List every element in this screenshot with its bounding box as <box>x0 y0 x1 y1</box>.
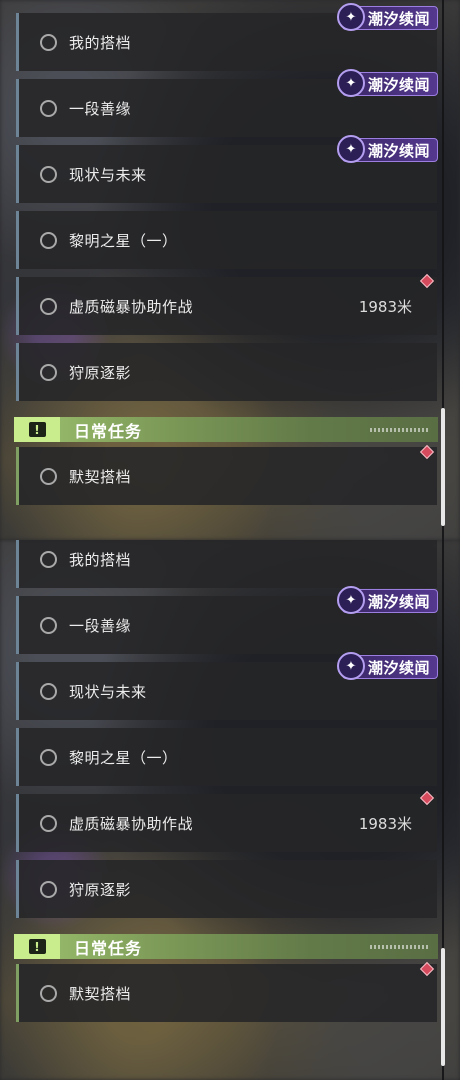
quest-status-circle-icon <box>40 550 57 568</box>
quest-status-circle-icon <box>40 33 57 51</box>
quest-title: 虚质磁暴协助作战 <box>69 814 194 833</box>
quest-status-circle-icon <box>40 616 57 634</box>
quest-title: 现状与未来 <box>69 165 147 184</box>
quest-accent-bar <box>16 79 19 137</box>
quest-accent-bar <box>16 13 19 71</box>
section-title: 日常任务 <box>74 421 143 441</box>
quest-title: 现状与未来 <box>69 682 147 701</box>
quest-title: 黎明之星（一） <box>69 748 178 767</box>
quest-title: 狩原逐影 <box>69 363 132 382</box>
tide-emblem-icon: ✦ <box>337 3 365 31</box>
daily-accent-bar <box>16 447 19 505</box>
quest-accent-bar <box>16 277 19 335</box>
quest-status-circle-icon <box>40 880 57 898</box>
tide-emblem-icon: ✦ <box>337 69 365 97</box>
quest-accent-bar <box>16 860 19 918</box>
quest-title: 默契搭档 <box>69 467 132 486</box>
badge-label: 潮汐续闻 <box>368 75 431 94</box>
header-decoration <box>370 944 430 949</box>
badge-label: 潮汐续闻 <box>368 141 431 160</box>
quest-tracker-panel-top: 我的搭档 ✦ 潮汐续闻 一段善缘 ✦ 潮汐续闻 现状与未来 ✦ 潮汐续闻 黎明之… <box>0 0 460 540</box>
quest-accent-bar <box>16 540 19 588</box>
quest-title: 我的搭档 <box>69 33 132 52</box>
quest-title: 虚质磁暴协助作战 <box>69 297 194 316</box>
header-decoration <box>370 427 430 432</box>
quest-row-dawn-star[interactable]: 黎明之星（一） <box>16 211 437 269</box>
quest-title: 我的搭档 <box>69 550 132 569</box>
quest-row-hunt-shadow[interactable]: 狩原逐影 <box>16 860 437 918</box>
quest-accent-bar <box>16 343 19 401</box>
quest-status-circle-icon <box>40 467 57 485</box>
exclamation-icon: ! <box>14 934 60 959</box>
quest-status-circle-icon <box>40 363 57 381</box>
tide-news-badge: ✦ 潮汐续闻 <box>337 135 438 163</box>
quest-accent-bar <box>16 145 19 203</box>
tide-news-badge: ✦ 潮汐续闻 <box>337 652 438 680</box>
quest-status-circle-icon <box>40 231 57 249</box>
tide-emblem-icon: ✦ <box>337 586 365 614</box>
quest-status-circle-icon <box>40 748 57 766</box>
quest-accent-bar <box>16 211 19 269</box>
quest-distance: 1983米 <box>358 814 412 833</box>
quest-row-hunt-shadow[interactable]: 狩原逐影 <box>16 343 437 401</box>
quest-accent-bar <box>16 794 19 852</box>
quest-accent-bar <box>16 728 19 786</box>
scrollbar-thumb[interactable] <box>441 948 445 1066</box>
quest-row-my-partner[interactable]: 我的搭档 <box>16 540 437 588</box>
tide-news-badge: ✦ 潮汐续闻 <box>337 69 438 97</box>
quest-tracker-panel-bottom: 我的搭档 一段善缘 ✦ 潮汐续闻 现状与未来 ✦ 潮汐续闻 黎明之星（一） 虚质… <box>0 540 460 1080</box>
tide-emblem-icon: ✦ <box>337 135 365 163</box>
quest-row-tacit-partner[interactable]: 默契搭档 <box>16 964 437 1022</box>
tide-news-badge: ✦ 潮汐续闻 <box>337 586 438 614</box>
badge-label: 潮汐续闻 <box>368 592 431 611</box>
quest-row-dawn-star[interactable]: 黎明之星（一） <box>16 728 437 786</box>
daily-quests-header[interactable]: ! 日常任务 <box>14 934 438 959</box>
quest-status-circle-icon <box>40 814 57 832</box>
quest-row-storm-assist[interactable]: 虚质磁暴协助作战 1983米 <box>16 794 437 852</box>
badge-label: 潮汐续闻 <box>368 658 431 677</box>
quest-title: 默契搭档 <box>69 984 132 1003</box>
tide-news-badge: ✦ 潮汐续闻 <box>337 3 438 31</box>
quest-title: 黎明之星（一） <box>69 231 178 250</box>
daily-accent-bar <box>16 964 19 1022</box>
quest-title: 一段善缘 <box>69 616 132 635</box>
quest-title: 狩原逐影 <box>69 880 132 899</box>
quest-status-circle-icon <box>40 99 57 117</box>
badge-label: 潮汐续闻 <box>368 9 431 28</box>
quest-status-circle-icon <box>40 682 57 700</box>
quest-title: 一段善缘 <box>69 99 132 118</box>
tide-emblem-icon: ✦ <box>337 652 365 680</box>
quest-status-circle-icon <box>40 984 57 1002</box>
exclamation-icon: ! <box>14 417 60 442</box>
quest-status-circle-icon <box>40 297 57 315</box>
daily-quests-header[interactable]: ! 日常任务 <box>14 417 438 442</box>
quest-row-storm-assist[interactable]: 虚质磁暴协助作战 1983米 <box>16 277 437 335</box>
quest-accent-bar <box>16 596 19 654</box>
quest-distance: 1983米 <box>358 297 412 316</box>
section-title: 日常任务 <box>74 938 143 958</box>
quest-status-circle-icon <box>40 165 57 183</box>
quest-row-tacit-partner[interactable]: 默契搭档 <box>16 447 437 505</box>
scrollbar-thumb[interactable] <box>441 408 445 526</box>
quest-accent-bar <box>16 662 19 720</box>
